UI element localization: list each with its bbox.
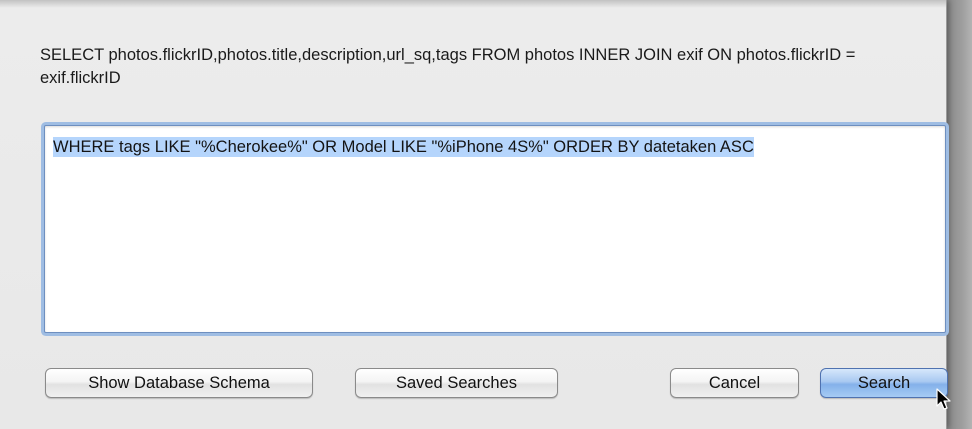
show-database-schema-button[interactable]: Show Database Schema (45, 368, 313, 398)
saved-searches-button[interactable]: Saved Searches (355, 368, 558, 398)
where-clause-selected-text: WHERE tags LIKE "%Cherokee%" OR Model LI… (53, 137, 754, 157)
where-clause-textarea[interactable]: WHERE tags LIKE "%Cherokee%" OR Model LI… (44, 125, 946, 333)
underlying-window-edge (946, 0, 972, 429)
cancel-button[interactable]: Cancel (670, 368, 799, 398)
arrow-pointer-icon (936, 388, 951, 410)
sheet-shadow (0, 0, 946, 8)
search-button[interactable]: Search (820, 368, 948, 398)
query-prefix-text: SELECT photos.flickrID,photos.title,desc… (40, 46, 860, 87)
sql-search-dialog: SELECT photos.flickrID,photos.title,desc… (0, 0, 948, 429)
